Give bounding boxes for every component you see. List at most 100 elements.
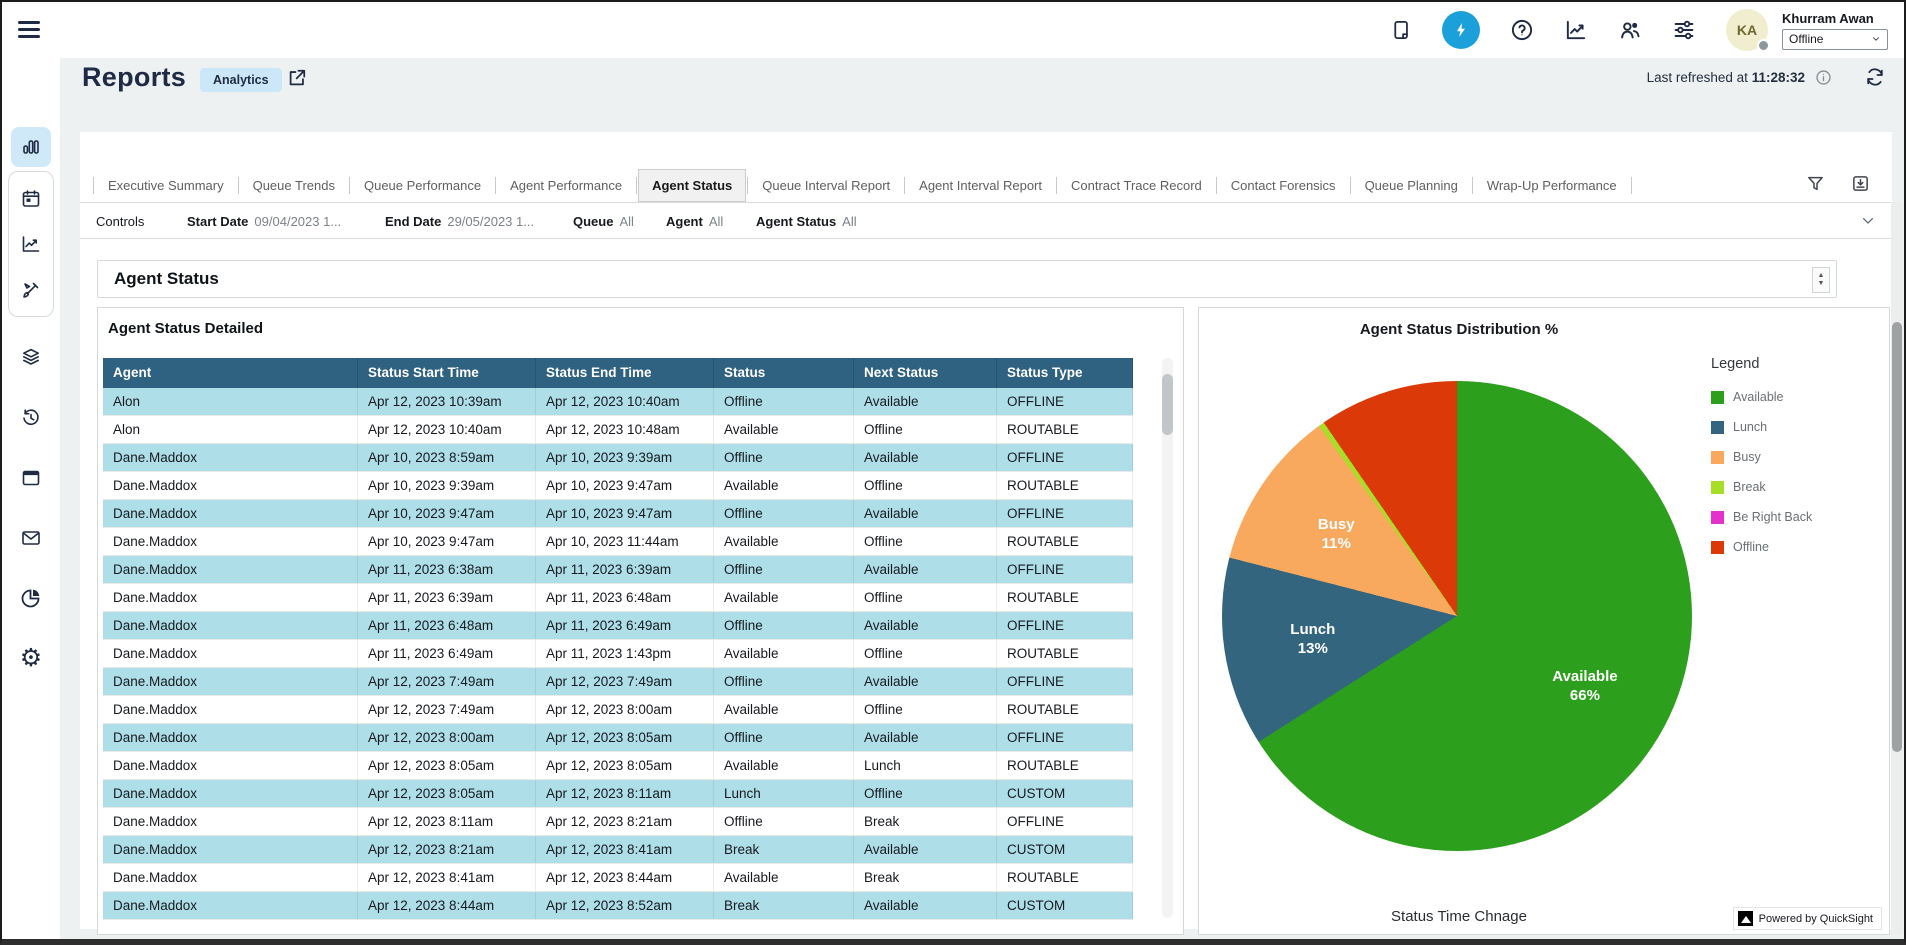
legend-item-be-right-back[interactable]: Be Right Back (1711, 510, 1883, 524)
table-row[interactable]: AlonApr 12, 2023 10:40amApr 12, 2023 10:… (103, 416, 1133, 444)
avatar[interactable]: KA (1726, 9, 1768, 51)
tab-queue-performance[interactable]: Queue Performance (351, 170, 494, 201)
table-row[interactable]: Dane.MaddoxApr 12, 2023 8:05amApr 12, 20… (103, 752, 1133, 780)
chevron-down-icon (1871, 34, 1881, 44)
table-row[interactable]: Dane.MaddoxApr 12, 2023 8:05amApr 12, 20… (103, 780, 1133, 808)
sliders-settings-icon[interactable] (1672, 18, 1696, 42)
sidebar-item-analytics[interactable] (11, 224, 51, 264)
table-row[interactable]: Dane.MaddoxApr 11, 2023 6:38amApr 11, 20… (103, 556, 1133, 584)
filter-start-date[interactable]: Start Date09/04/2023 1... (187, 214, 341, 229)
hamburger-menu-icon[interactable] (18, 21, 40, 39)
sidebar-item-calendar[interactable] (11, 179, 51, 219)
filter-icon[interactable] (1806, 174, 1825, 193)
agent-status-select[interactable]: Offline (1782, 29, 1888, 50)
sidebar-item-design[interactable] (11, 270, 51, 310)
legend-item-busy[interactable]: Busy (1711, 450, 1883, 464)
table-cell: Dane.Maddox (103, 472, 358, 499)
note-icon[interactable] (1390, 19, 1412, 41)
table-row[interactable]: AlonApr 12, 2023 10:39amApr 12, 2023 10:… (103, 388, 1133, 416)
tab-divider (904, 177, 905, 194)
tab-divider (349, 177, 350, 194)
tab-contact-forensics[interactable]: Contact Forensics (1218, 170, 1349, 201)
table-cell: Dane.Maddox (103, 864, 358, 891)
table-cell: Available (714, 584, 854, 611)
sidebar-item-mail[interactable] (11, 518, 51, 558)
filter-end-date[interactable]: End Date29/05/2023 1... (385, 214, 534, 229)
table-cell: Apr 11, 2023 6:49am (536, 612, 714, 639)
table-row[interactable]: Dane.MaddoxApr 11, 2023 6:49amApr 11, 20… (103, 640, 1133, 668)
sidebar-item-layers[interactable] (11, 337, 51, 377)
table-cell: Dane.Maddox (103, 528, 358, 555)
sidebar-item-settings[interactable]: ⚙ (11, 638, 51, 678)
sheet-spinner-control[interactable]: ▲▼ (1812, 267, 1830, 293)
table-row[interactable]: Dane.MaddoxApr 10, 2023 9:47amApr 10, 20… (103, 528, 1133, 556)
table-row[interactable]: Dane.MaddoxApr 10, 2023 8:59amApr 10, 20… (103, 444, 1133, 472)
table-cell: Dane.Maddox (103, 584, 358, 611)
page-scrollbar-thumb[interactable] (1892, 322, 1902, 752)
tab-wrap-up-performance[interactable]: Wrap-Up Performance (1474, 170, 1630, 201)
table-cell: Offline (714, 808, 854, 835)
tab-executive-summary[interactable]: Executive Summary (95, 170, 237, 201)
table-cell: Offline (714, 612, 854, 639)
table-row[interactable]: Dane.MaddoxApr 12, 2023 7:49amApr 12, 20… (103, 668, 1133, 696)
column-header-status[interactable]: Status (714, 358, 854, 388)
refresh-icon[interactable] (1864, 66, 1886, 88)
table-row[interactable]: Dane.MaddoxApr 11, 2023 6:48amApr 11, 20… (103, 612, 1133, 640)
legend-item-break[interactable]: Break (1711, 480, 1883, 494)
metrics-chart-icon[interactable] (1564, 18, 1588, 42)
column-header-next-status[interactable]: Next Status (854, 358, 997, 388)
sidebar-item-reports[interactable] (11, 127, 51, 167)
legend-label: Break (1733, 480, 1766, 494)
powered-by-quicksight-badge[interactable]: Powered by QuickSight (1734, 908, 1881, 929)
table-scrollbar-thumb[interactable] (1162, 374, 1173, 435)
table-row[interactable]: Dane.MaddoxApr 12, 2023 8:21amApr 12, 20… (103, 836, 1133, 864)
filter-agent-status[interactable]: Agent StatusAll (756, 214, 857, 229)
legend-swatch (1711, 421, 1724, 434)
design-brush-icon (20, 279, 42, 301)
table-cell: Dane.Maddox (103, 500, 358, 527)
table-row[interactable]: Dane.MaddoxApr 10, 2023 9:39amApr 10, 20… (103, 472, 1133, 500)
legend-item-lunch[interactable]: Lunch (1711, 420, 1883, 434)
filter-agent[interactable]: AgentAll (666, 214, 723, 229)
legend-item-offline[interactable]: Offline (1711, 540, 1883, 554)
tab-queue-interval-report[interactable]: Queue Interval Report (749, 170, 903, 201)
tab-queue-trends[interactable]: Queue Trends (240, 170, 348, 201)
table-cell: Offline (854, 528, 997, 555)
quick-actions-bolt-icon[interactable] (1442, 11, 1480, 49)
help-icon[interactable] (1510, 18, 1534, 42)
table-row[interactable]: Dane.MaddoxApr 12, 2023 8:00amApr 12, 20… (103, 724, 1133, 752)
filter-queue[interactable]: QueueAll (573, 214, 634, 229)
table-row[interactable]: Dane.MaddoxApr 12, 2023 8:44amApr 12, 20… (103, 892, 1133, 920)
table-row[interactable]: Dane.MaddoxApr 10, 2023 9:47amApr 10, 20… (103, 500, 1133, 528)
tab-agent-interval-report[interactable]: Agent Interval Report (906, 170, 1055, 201)
controls-collapse-chevron-icon[interactable] (1860, 213, 1876, 229)
legend-item-available[interactable]: Available (1711, 390, 1883, 404)
column-header-agent[interactable]: Agent (103, 358, 358, 388)
download-icon[interactable] (1851, 174, 1870, 193)
sidebar-item-pie[interactable] (11, 578, 51, 618)
table-row[interactable]: Dane.MaddoxApr 11, 2023 6:39amApr 11, 20… (103, 584, 1133, 612)
sidebar-item-history[interactable] (11, 398, 51, 438)
column-header-status-start-time[interactable]: Status Start Time (358, 358, 536, 388)
table-row[interactable]: Dane.MaddoxApr 12, 2023 8:41amApr 12, 20… (103, 864, 1133, 892)
agent-status-pie-chart[interactable] (1222, 381, 1692, 851)
info-icon[interactable] (1815, 69, 1832, 86)
tab-agent-performance[interactable]: Agent Performance (497, 170, 635, 201)
table-cell: Available (714, 528, 854, 555)
analytics-badge[interactable]: Analytics (200, 68, 282, 92)
table-row[interactable]: Dane.MaddoxApr 12, 2023 7:49amApr 12, 20… (103, 696, 1133, 724)
legend-label: Be Right Back (1733, 510, 1812, 524)
table-cell: Apr 11, 2023 1:43pm (536, 640, 714, 667)
sidebar-item-window[interactable] (11, 458, 51, 498)
tab-agent-status[interactable]: Agent Status (638, 169, 746, 202)
tab-divider (747, 177, 748, 194)
users-icon[interactable] (1618, 18, 1642, 42)
tab-contract-trace-record[interactable]: Contract Trace Record (1058, 170, 1215, 201)
external-link-icon[interactable] (286, 67, 308, 89)
column-header-status-type[interactable]: Status Type (997, 358, 1133, 388)
table-cell: Apr 10, 2023 9:47am (536, 500, 714, 527)
column-header-status-end-time[interactable]: Status End Time (536, 358, 714, 388)
tab-queue-planning[interactable]: Queue Planning (1352, 170, 1471, 201)
table-row[interactable]: Dane.MaddoxApr 12, 2023 8:11amApr 12, 20… (103, 808, 1133, 836)
table-cell: Apr 12, 2023 8:21am (536, 808, 714, 835)
